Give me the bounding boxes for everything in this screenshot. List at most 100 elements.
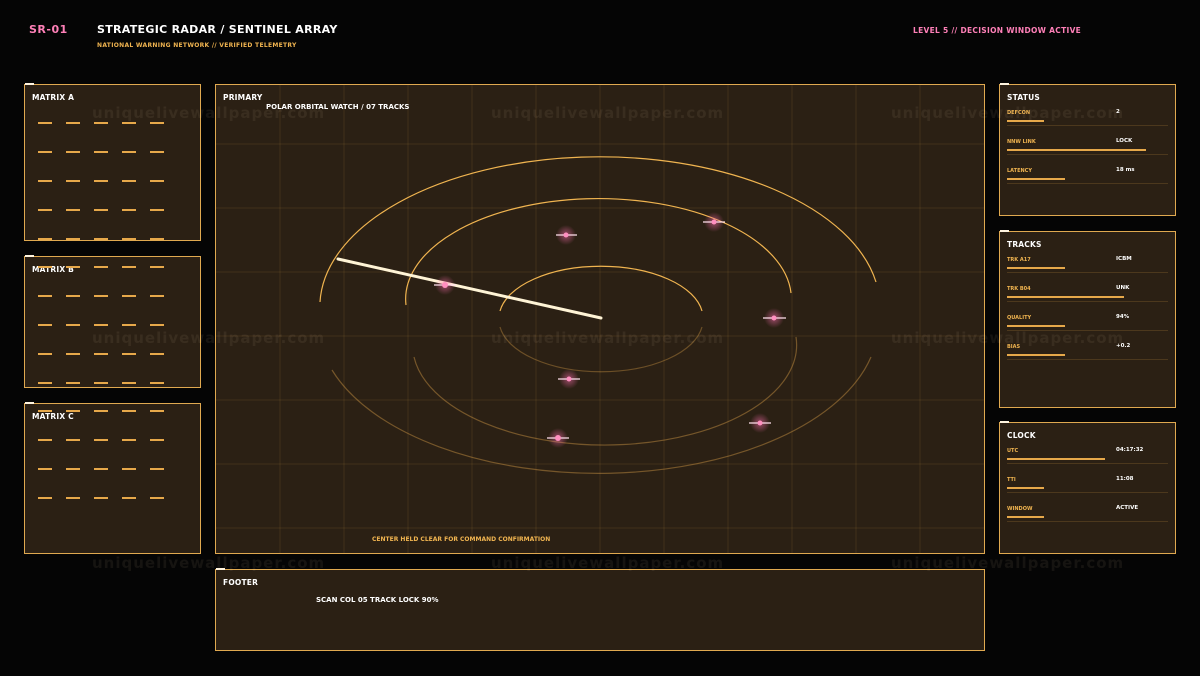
status-row-divider	[1007, 154, 1168, 155]
matrix-cell-dash	[94, 382, 108, 384]
radar-grid	[216, 85, 984, 553]
system-code: SR-01	[29, 23, 68, 36]
status-row-label: LATENCY	[1007, 168, 1032, 174]
status-row-value: 18 ms	[1116, 167, 1135, 173]
matrix-cell-dash	[66, 238, 80, 240]
footer-readout: SCAN COL 05 TRACK LOCK 90%	[316, 596, 439, 604]
tracks-row-level-bar	[1007, 325, 1065, 327]
clock-panel[interactable]: CLOCK UTC 04:17:32 TTI 11:08 WINDOW ACTIVE	[999, 421, 1176, 554]
matrix-cell-dash	[122, 439, 136, 441]
status-title: STATUS	[1007, 93, 1040, 102]
matrix-cell-dash	[94, 295, 108, 297]
tracks-row-value: 94%	[1116, 314, 1130, 320]
matrix-cell-dash	[94, 497, 108, 499]
status-row-level-bar	[1007, 120, 1044, 122]
matrix-cell-dash	[150, 324, 164, 326]
status-row-divider	[1007, 183, 1168, 184]
matrix-cell-dash	[38, 439, 52, 441]
tracks-row-label: QUALITY	[1007, 315, 1032, 321]
tracks-row-divider	[1007, 272, 1168, 273]
status-row-level-bar	[1007, 149, 1146, 151]
matrix-cell-dash	[38, 468, 52, 470]
matrix-b-panel[interactable]: MATRIX B	[24, 255, 201, 388]
status-row-divider	[1007, 125, 1168, 126]
matrix-cell-dash	[122, 266, 136, 268]
track-blip	[703, 212, 725, 232]
page-subtitle: NATIONAL WARNING NETWORK // VERIFIED TEL…	[97, 42, 297, 49]
clock-row-value: 04:17:32	[1116, 447, 1144, 453]
clock-row-level-bar	[1007, 516, 1044, 518]
matrix-cell-dash	[122, 497, 136, 499]
matrix-cell-dash	[150, 266, 164, 268]
tracks-row-level-bar	[1007, 296, 1124, 298]
tracks-row-divider	[1007, 330, 1168, 331]
matrix-cell-dash	[66, 382, 80, 384]
panel-tab-marker	[1000, 230, 1009, 232]
track-blips	[434, 212, 786, 448]
primary-title: PRIMARY	[223, 93, 263, 102]
tracks-row-value: +0.2	[1116, 343, 1131, 349]
matrix-a-panel[interactable]: MATRIX A	[24, 83, 201, 241]
matrix-cell-dash	[122, 295, 136, 297]
matrix-cell-dash	[38, 324, 52, 326]
matrix-cell-dash	[150, 151, 164, 153]
matrix-cell-dash	[38, 122, 52, 124]
radar-rings	[319, 156, 877, 474]
panel-tab-marker	[216, 568, 225, 570]
tracks-row-divider	[1007, 301, 1168, 302]
track-blip	[763, 308, 786, 328]
matrix-cell-dash	[38, 353, 52, 355]
tracks-row-label: TRK B04	[1007, 286, 1031, 292]
status-row-label: DEFCON	[1007, 110, 1031, 116]
clock-row-level-bar	[1007, 458, 1105, 460]
footer-title: FOOTER	[223, 578, 259, 587]
panel-tab-marker	[25, 255, 34, 257]
tracks-row-level-bar	[1007, 267, 1065, 269]
clock-row-divider	[1007, 521, 1168, 522]
matrix-cell-dash	[38, 410, 52, 412]
matrix-cell-dash	[94, 439, 108, 441]
footer-panel[interactable]: FOOTER SCAN COL 05 TRACK LOCK 90%	[215, 568, 985, 651]
matrix-cell-dash	[122, 180, 136, 182]
primary-panel[interactable]: PRIMARY POLAR ORBITAL WATCH / 07 TRACKS …	[215, 84, 985, 554]
alert-status: LEVEL 5 // DECISION WINDOW ACTIVE	[913, 26, 1082, 35]
matrix-cell-dash	[94, 353, 108, 355]
tracks-panel[interactable]: TRACKS TRK A17 ICBM TRK B04 UNK QUALITY 94% BI…	[999, 230, 1176, 408]
matrix-cell-dash	[66, 122, 80, 124]
track-blip	[434, 275, 456, 295]
tracks-row-label: TRK A17	[1007, 257, 1031, 263]
matrix-cell-dash	[38, 266, 52, 268]
matrix-cell-dash	[66, 180, 80, 182]
tracks-title: TRACKS	[1007, 240, 1042, 249]
matrix-c-panel[interactable]: MATRIX C	[24, 402, 201, 554]
matrix-cell-dash	[94, 410, 108, 412]
radar-overlay-label: POLAR ORBITAL WATCH / 07 TRACKS	[266, 103, 410, 111]
clock-title: CLOCK	[1007, 431, 1036, 440]
matrix-cell-dash	[66, 353, 80, 355]
matrix-cell-dash	[38, 180, 52, 182]
matrix-cell-dash	[150, 468, 164, 470]
matrix-cell-dash	[94, 238, 108, 240]
panel-tab-marker	[25, 402, 34, 404]
matrix-cell-dash	[66, 468, 80, 470]
radar-center-note: CENTER HELD CLEAR FOR COMMAND CONFIRMATI…	[372, 536, 551, 543]
tracks-row-value: UNK	[1116, 285, 1130, 291]
tracks-row-value: ICBM	[1116, 256, 1132, 262]
panel-tab-marker	[1000, 421, 1009, 423]
status-row-value: 2	[1116, 109, 1120, 115]
matrix-cell-dash	[122, 324, 136, 326]
status-panel[interactable]: STATUS DEFCON 2 NNW LINK LOCK LATENCY 18 ms	[999, 83, 1176, 216]
matrix-cell-dash	[122, 468, 136, 470]
matrix-cell-dash	[150, 382, 164, 384]
matrix-cell-dash	[150, 180, 164, 182]
clock-row-value: ACTIVE	[1116, 505, 1139, 511]
matrix-cell-dash	[66, 410, 80, 412]
matrix-cell-dash	[94, 266, 108, 268]
clock-row-level-bar	[1007, 487, 1044, 489]
matrix-cell-dash	[122, 122, 136, 124]
track-blip	[749, 413, 771, 433]
matrix-cell-dash	[94, 151, 108, 153]
status-row-value: LOCK	[1116, 138, 1133, 144]
matrix-cell-dash	[150, 209, 164, 211]
matrix-cell-dash	[94, 468, 108, 470]
